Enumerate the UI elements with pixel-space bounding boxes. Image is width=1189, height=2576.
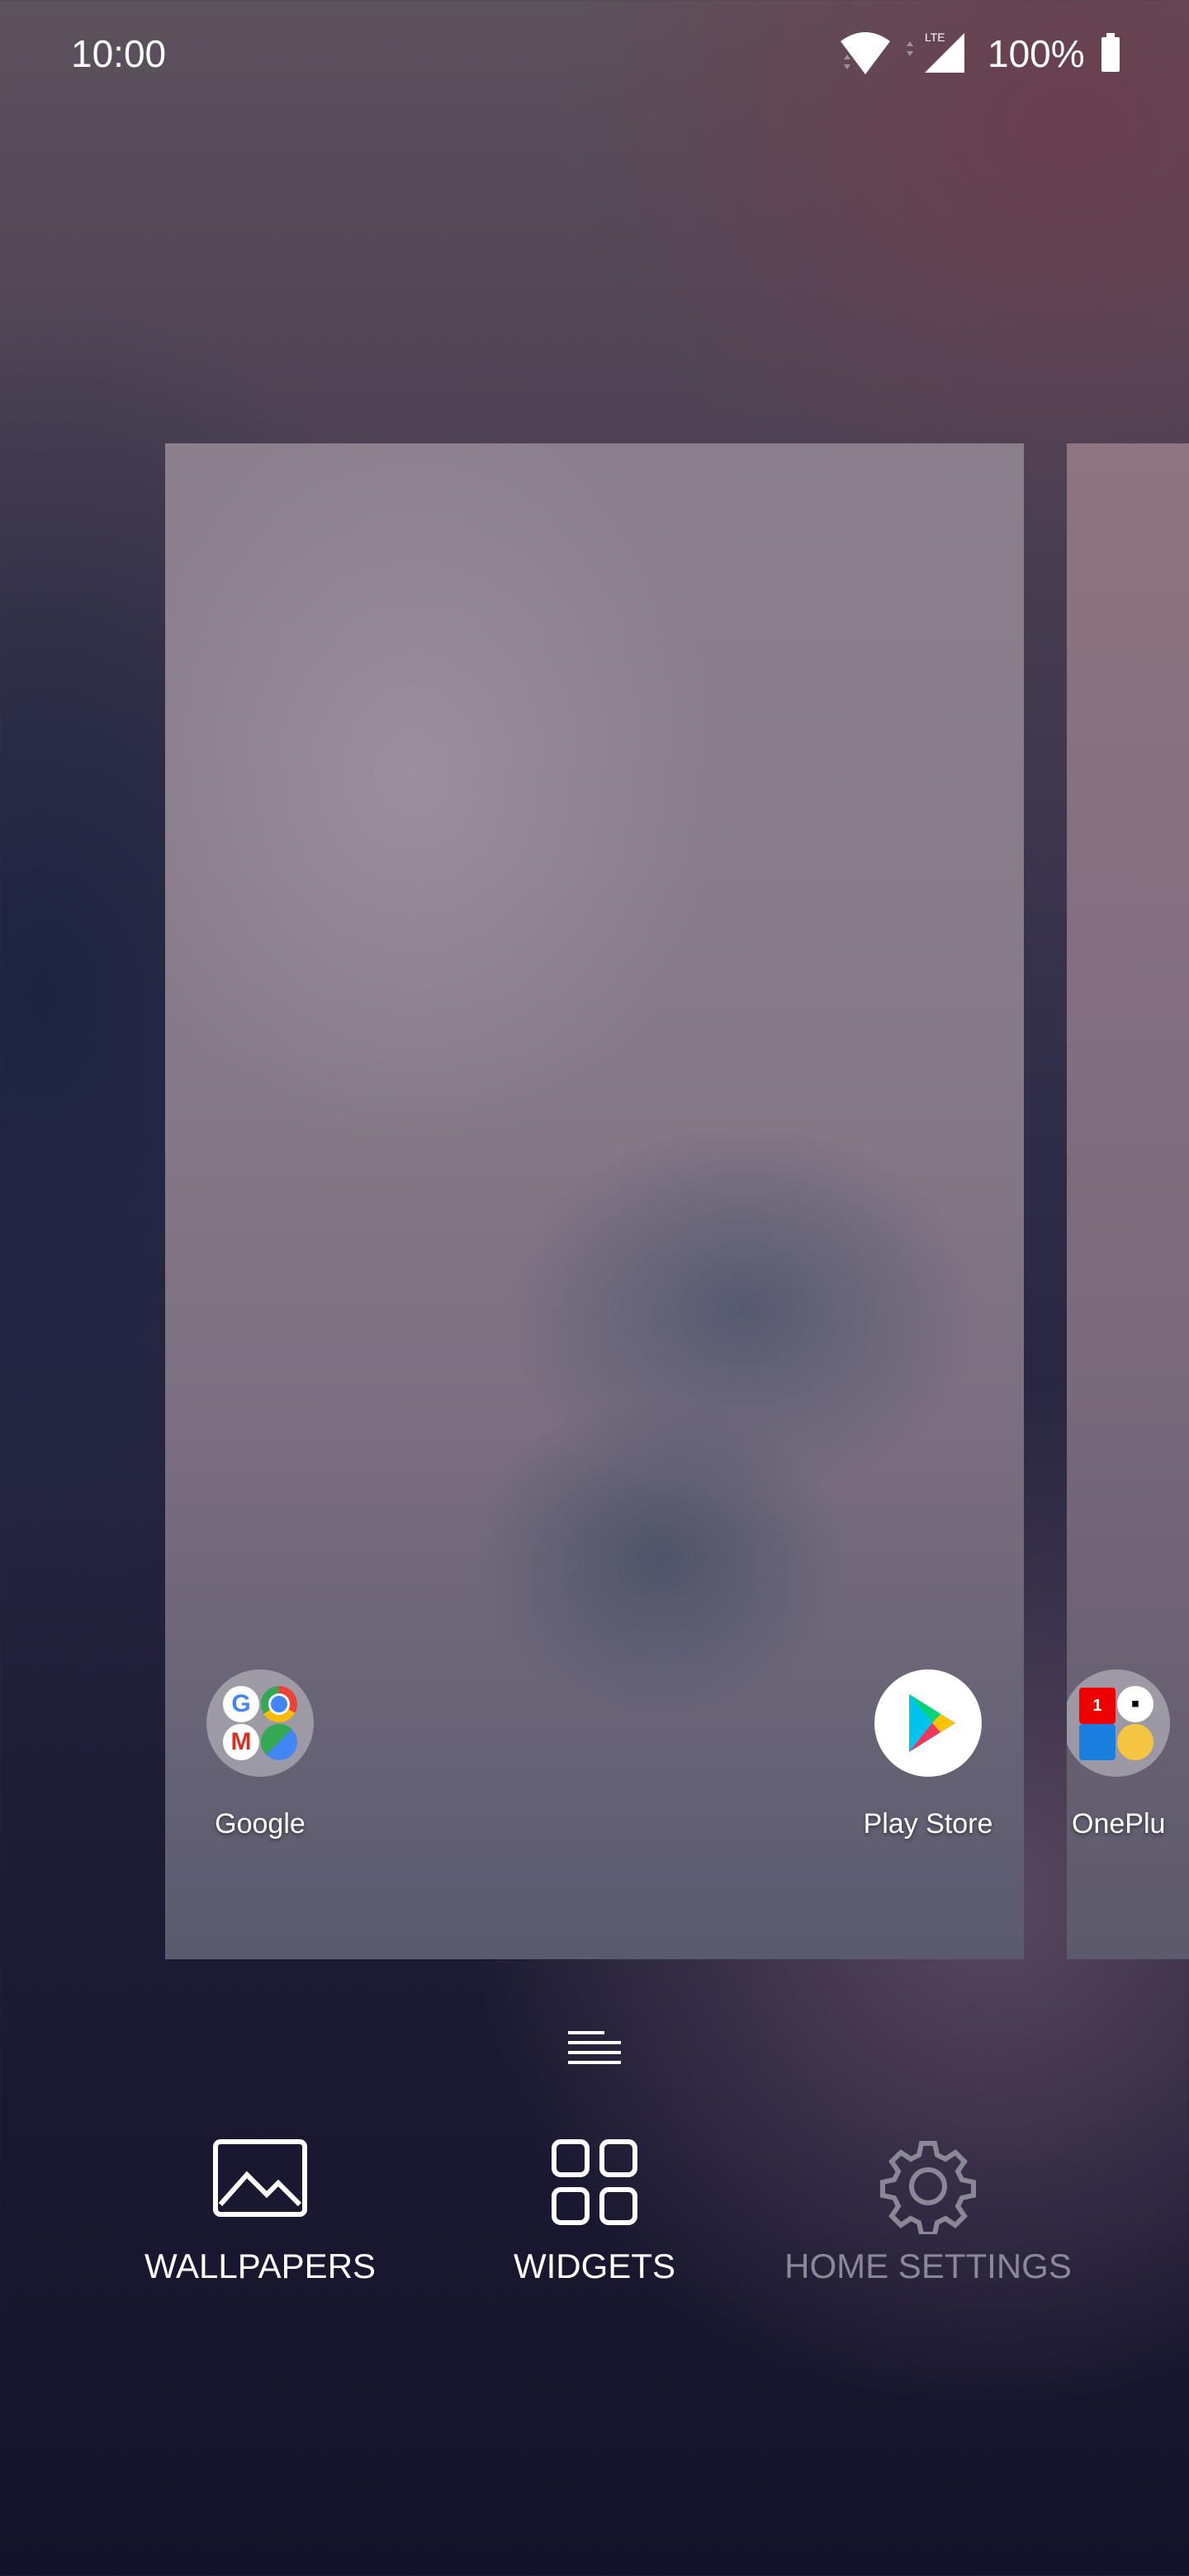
wallpapers-label: WALLPAPERS [144, 2247, 377, 2285]
battery-icon [1101, 33, 1120, 72]
home-screen-preview[interactable]: G M Google Play Store [165, 443, 1024, 1959]
home-screen-preview-next[interactable]: 1 ▪ OnePlu [1067, 443, 1189, 1959]
wallpapers-button[interactable]: WALLPAPERS [95, 2138, 425, 2286]
signal-icon: LTE [907, 31, 964, 73]
app-google-folder[interactable]: G M Google [169, 1669, 351, 1840]
widgets-label: WIDGETS [514, 2247, 675, 2285]
app-label: OnePlu [1072, 1808, 1166, 1840]
widgets-button[interactable]: WIDGETS [429, 2138, 760, 2286]
status-bar: 10:00 LTE 100% [0, 0, 1189, 107]
menu-lines-icon[interactable] [568, 2028, 621, 2069]
gear-icon [880, 2141, 976, 2237]
google-folder-icon: G M [206, 1669, 314, 1777]
network-type: LTE [925, 31, 945, 44]
home-settings-label: HOME SETTINGS [784, 2247, 1072, 2285]
app-label: Google [215, 1808, 306, 1840]
play-store-icon [874, 1669, 982, 1777]
image-icon [213, 2139, 307, 2217]
oneplus-folder-icon: 1 ▪ [1067, 1669, 1170, 1777]
app-oneplus-folder[interactable]: 1 ▪ OnePlu [1067, 1669, 1189, 1840]
app-label: Play Store [863, 1808, 993, 1840]
wifi-icon [841, 32, 890, 74]
app-play-store[interactable]: Play Store [837, 1669, 1019, 1840]
clock: 10:00 [71, 32, 167, 75]
home-settings-button[interactable]: HOME SETTINGS [763, 2138, 1093, 2286]
battery-percent: 100% [988, 32, 1085, 75]
grid-icon [552, 2139, 637, 2225]
